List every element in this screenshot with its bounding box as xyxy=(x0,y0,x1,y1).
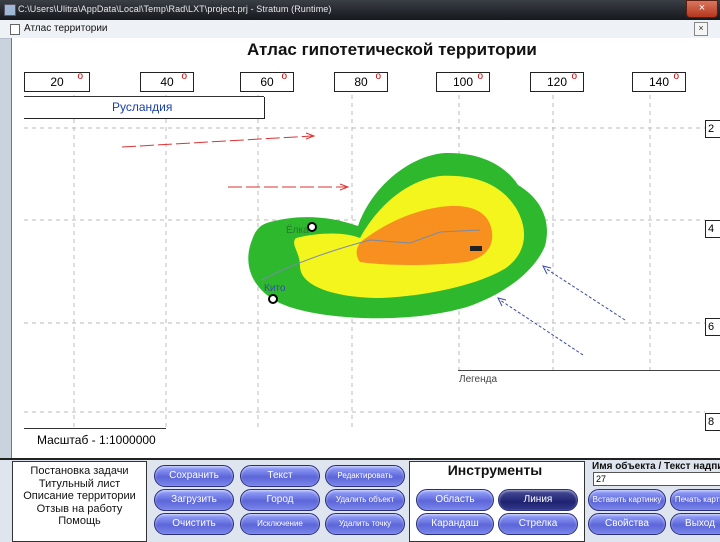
save-button[interactable]: Сохранить xyxy=(154,465,234,487)
side-coord-8: 8 xyxy=(705,413,720,431)
line-button[interactable]: Линия xyxy=(498,489,578,511)
scale-divider xyxy=(24,428,166,429)
main-menu: Постановка задачи Титульный лист Описани… xyxy=(12,461,147,542)
scale-label: Масштаб - 1:1000000 xyxy=(37,433,156,447)
map-title: Атлас гипотетической территории xyxy=(247,40,537,59)
city-button[interactable]: Город xyxy=(240,489,320,511)
city-label-kito: Кито xyxy=(264,283,286,294)
delete-object-button[interactable]: Удалить объект xyxy=(325,489,405,511)
degree-box-80: 80 о xyxy=(334,71,388,92)
menu-item-title-page[interactable]: Титульный лист xyxy=(13,478,146,491)
delete-point-button[interactable]: Удалить точку xyxy=(325,513,405,535)
exception-button[interactable]: Исключение xyxy=(240,513,320,535)
city-yolka xyxy=(307,222,317,232)
object-name-label: Имя объекта / Текст надписи xyxy=(592,461,720,472)
arrow-button[interactable]: Стрелка xyxy=(498,513,578,535)
load-button[interactable]: Загрузить xyxy=(154,489,234,511)
degree-box-60: 60 о xyxy=(240,71,294,92)
city-label-yolka: Ёлка xyxy=(286,225,309,236)
object-marker xyxy=(470,246,482,251)
side-coord-2: 2 xyxy=(705,120,720,138)
pencil-button[interactable]: Карандаш xyxy=(416,513,494,535)
menu-item-task[interactable]: Постановка задачи xyxy=(13,465,146,478)
legend-divider xyxy=(458,370,720,371)
object-name-input[interactable]: 27 xyxy=(593,472,720,486)
properties-button[interactable]: Свойства xyxy=(588,513,666,535)
menu-item-territory[interactable]: Описание территории xyxy=(13,490,146,503)
area-button[interactable]: Область xyxy=(416,489,494,511)
degree-box-140: 140 о xyxy=(632,71,686,92)
city-kito xyxy=(268,294,278,304)
region-label-box: Русландия xyxy=(24,96,265,119)
side-coord-4: 4 xyxy=(705,220,720,238)
degree-box-100: 100 о xyxy=(436,71,490,92)
insert-image-button[interactable]: Вставить картинку xyxy=(588,489,666,511)
degree-box-20: 20 о xyxy=(24,71,90,92)
print-map-button[interactable]: Печать карты xyxy=(670,489,720,511)
side-coord-6: 6 xyxy=(705,318,720,336)
degree-box-40: 40 о xyxy=(140,71,194,92)
edit-button[interactable]: Редактировать xyxy=(325,465,405,487)
region-label: Русландия xyxy=(112,100,173,114)
exit-button[interactable]: Выход xyxy=(670,513,720,535)
menu-item-feedback[interactable]: Отзыв на работу xyxy=(13,503,146,516)
degree-box-120: 120 о xyxy=(530,71,584,92)
red-arrows xyxy=(121,132,350,191)
legend-label: Легенда xyxy=(459,374,498,385)
clear-button[interactable]: Очистить xyxy=(154,513,234,535)
menu-item-help[interactable]: Помощь xyxy=(13,515,146,528)
text-button[interactable]: Текст xyxy=(240,465,320,487)
tools-title: Инструменты xyxy=(447,462,543,478)
